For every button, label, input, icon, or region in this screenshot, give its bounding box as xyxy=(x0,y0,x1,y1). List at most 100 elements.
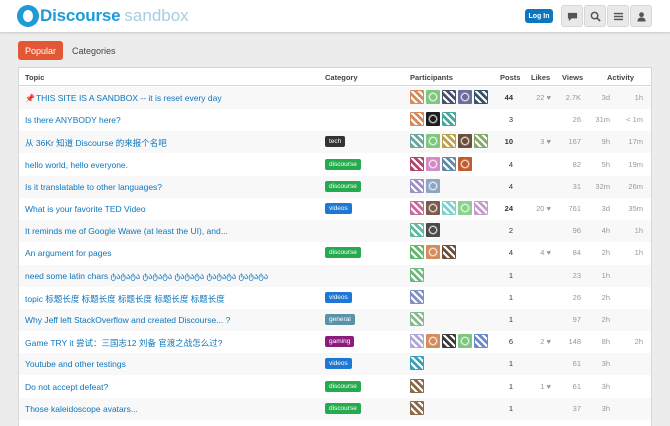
avatar[interactable] xyxy=(410,245,424,260)
avatar[interactable] xyxy=(410,178,424,193)
posts-count[interactable]: 24 xyxy=(489,204,513,213)
posts-count[interactable]: 1 xyxy=(489,315,513,324)
topic-title-text[interactable]: topic 标题长度 标题长度 标题长度 标题长度 标题长度 xyxy=(25,294,225,304)
category-badge[interactable]: videos xyxy=(325,203,352,214)
topic-title[interactable]: hello world, hello everyone. xyxy=(25,160,128,170)
category-badge[interactable]: tech xyxy=(325,136,346,148)
avatar[interactable] xyxy=(474,90,488,104)
posts-count[interactable]: 4 xyxy=(489,160,513,169)
chat-button[interactable] xyxy=(561,5,583,27)
topic-title[interactable]: Is there ANYBODY here? xyxy=(25,115,121,125)
avatar[interactable] xyxy=(474,334,488,349)
avatar[interactable] xyxy=(410,134,424,149)
created-age[interactable]: 9h xyxy=(587,137,610,146)
topic-title-text[interactable]: Do not accept defeat? xyxy=(25,382,108,392)
login-button[interactable]: Log In xyxy=(525,9,553,23)
avatar[interactable] xyxy=(442,201,456,215)
avatar[interactable] xyxy=(458,201,472,215)
avatar[interactable] xyxy=(442,134,456,149)
created-age[interactable]: 32m xyxy=(587,182,610,191)
avatar[interactable] xyxy=(442,334,456,349)
search-button[interactable] xyxy=(584,5,606,27)
posts-count[interactable]: 4 xyxy=(489,248,513,257)
avatar[interactable] xyxy=(410,334,424,349)
tab-popular[interactable]: Popular xyxy=(18,41,64,60)
avatar[interactable] xyxy=(426,134,440,149)
topic-title-text[interactable]: An argument for pages xyxy=(25,248,111,258)
avatar[interactable] xyxy=(442,90,456,104)
avatar[interactable] xyxy=(426,245,440,260)
last-activity[interactable]: 1h xyxy=(617,248,643,257)
col-activity[interactable]: Activity xyxy=(607,73,634,82)
avatar[interactable] xyxy=(410,112,424,127)
col-category[interactable]: Category xyxy=(325,73,358,82)
last-activity[interactable]: 1h xyxy=(617,226,643,235)
col-views[interactable]: Views xyxy=(562,73,583,82)
last-activity[interactable]: 2h xyxy=(617,337,643,346)
topic-title[interactable]: It reminds me of Google Wawe (at least t… xyxy=(25,226,228,236)
avatar[interactable] xyxy=(426,334,440,349)
topic-title[interactable]: Those kaleidoscope avatars... xyxy=(25,404,138,414)
topic-title-text[interactable]: Youtube and other testings xyxy=(25,359,126,369)
avatar[interactable] xyxy=(410,289,424,304)
avatar[interactable] xyxy=(410,156,424,171)
topic-title[interactable]: 从 36Kr 知道 Discourse 的来报个名吧 xyxy=(25,137,167,149)
topic-title[interactable]: Why Jeff left StackOverflow and created … xyxy=(25,315,230,325)
category-badge[interactable]: general xyxy=(325,314,355,325)
user-button[interactable] xyxy=(630,5,652,27)
topic-title[interactable]: topic 标题长度 标题长度 标题长度 标题长度 标题长度 xyxy=(25,293,225,305)
avatar[interactable] xyxy=(410,356,424,371)
topic-title-text[interactable]: Is there ANYBODY here? xyxy=(25,115,121,125)
posts-count[interactable]: 1 xyxy=(489,382,513,391)
last-activity[interactable]: 19m xyxy=(617,160,643,169)
created-age[interactable]: 31m xyxy=(587,115,610,124)
avatar[interactable] xyxy=(426,178,440,193)
created-age[interactable]: 2h xyxy=(587,315,610,324)
avatar[interactable] xyxy=(474,134,488,149)
avatar[interactable] xyxy=(426,90,440,104)
avatar[interactable] xyxy=(410,400,424,415)
topic-title-text[interactable]: THIS SITE IS A SANDBOX -- it is reset ev… xyxy=(36,93,222,103)
category-badge[interactable]: discourse xyxy=(325,180,361,192)
avatar[interactable] xyxy=(410,312,424,326)
col-likes[interactable]: Likes xyxy=(531,73,550,82)
topic-title[interactable]: An argument for pages xyxy=(25,248,111,258)
topic-title-text[interactable]: Those kaleidoscope avatars... xyxy=(25,404,138,414)
avatar[interactable] xyxy=(410,267,424,282)
topic-title[interactable]: Game TRY it 尝试：三国志12 刘备 官渡之战怎么过? xyxy=(25,337,222,349)
category-badge[interactable]: discourse xyxy=(325,380,361,392)
tab-categories[interactable]: Categories xyxy=(65,41,123,60)
category-badge[interactable]: gaming xyxy=(325,336,355,348)
topic-title-text[interactable]: It reminds me of Google Wawe (at least t… xyxy=(25,226,228,236)
posts-count[interactable]: 10 xyxy=(489,137,513,146)
topic-title[interactable]: Do not accept defeat? xyxy=(25,382,108,392)
created-age[interactable]: 3d xyxy=(587,93,610,102)
last-activity[interactable]: 1h xyxy=(617,93,643,102)
avatar[interactable] xyxy=(410,90,424,104)
avatar[interactable] xyxy=(458,90,472,104)
last-activity[interactable]: 17m xyxy=(617,137,643,146)
created-age[interactable]: 3h xyxy=(587,382,610,391)
menu-button[interactable] xyxy=(607,5,629,27)
topic-title[interactable]: Youtube and other testings xyxy=(25,359,126,369)
col-posts[interactable]: Posts xyxy=(500,73,520,82)
created-age[interactable]: 2h xyxy=(587,293,610,302)
category-badge[interactable]: videos xyxy=(325,291,352,303)
posts-count[interactable]: 1 xyxy=(489,293,513,302)
last-activity[interactable]: < 1m xyxy=(617,115,643,124)
topic-title-text[interactable]: Game TRY it 尝试：三国志12 刘备 官渡之战怎么过? xyxy=(25,338,222,348)
topic-title-text[interactable]: Is it translatable to other languages? xyxy=(25,182,162,192)
posts-count[interactable]: 1 xyxy=(489,359,513,368)
last-activity[interactable]: 35m xyxy=(617,204,643,213)
topic-title-text[interactable]: Why Jeff left StackOverflow and created … xyxy=(25,315,230,325)
avatar[interactable] xyxy=(426,223,440,238)
topic-title-text[interactable]: hello world, hello everyone. xyxy=(25,160,128,170)
created-age[interactable]: 3h xyxy=(587,404,610,413)
topic-title-text[interactable]: need some latin chars ტატატა ტატატა ტატა… xyxy=(25,271,268,281)
topic-title[interactable]: What is your favorite TED Video xyxy=(25,204,146,214)
topic-title[interactable]: need some latin chars ტატატა ტატატა ტატა… xyxy=(25,271,268,282)
avatar[interactable] xyxy=(474,201,488,215)
avatar[interactable] xyxy=(410,223,424,238)
posts-count[interactable]: 4 xyxy=(489,182,513,191)
created-age[interactable]: 3d xyxy=(587,204,610,213)
